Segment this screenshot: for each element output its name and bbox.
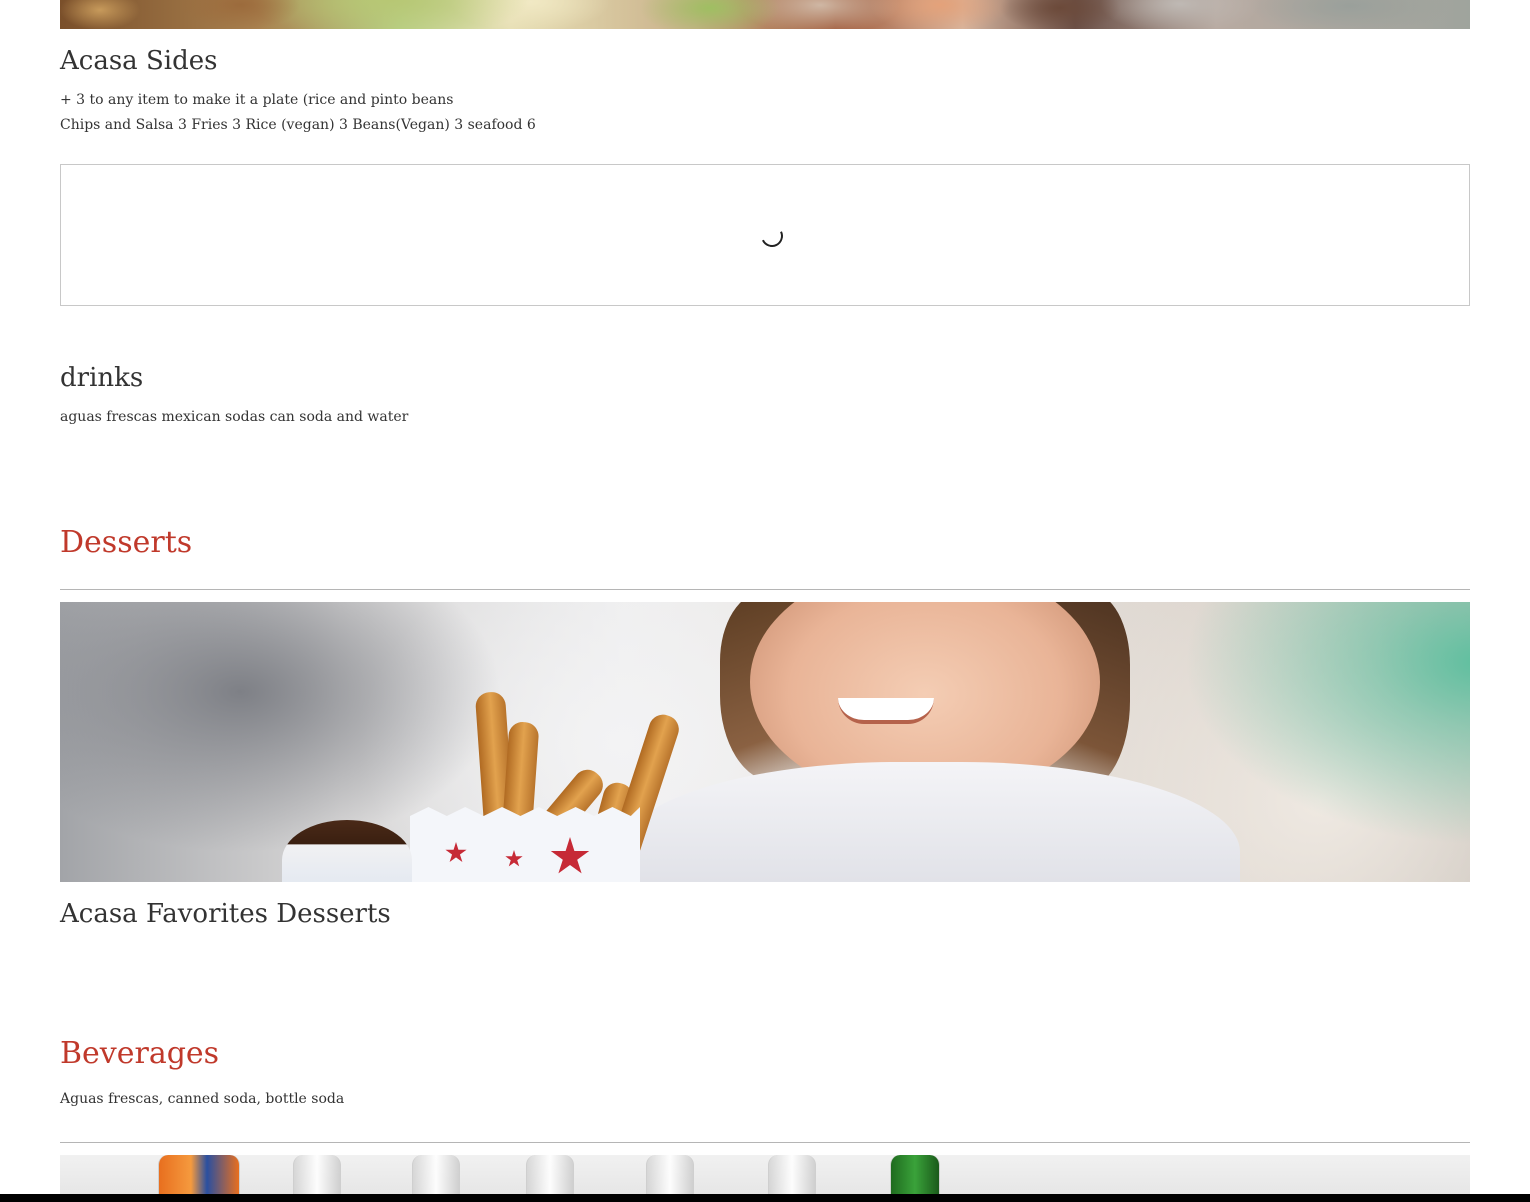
desserts-divider [60, 589, 1470, 590]
sides-food-image [60, 0, 1470, 29]
loading-spinner-icon [757, 221, 787, 251]
desserts-category-title: Desserts [60, 525, 193, 560]
desserts-section-title: Acasa Favorites Desserts [60, 899, 391, 929]
beverages-category-title: Beverages [60, 1036, 220, 1071]
bottom-edge-bar [0, 1194, 1530, 1202]
sides-description-line-2: Chips and Salsa 3 Fries 3 Rice (vegan) 3… [60, 117, 536, 133]
desserts-image [60, 602, 1470, 882]
beverages-image [60, 1155, 1470, 1195]
beverages-description: Aguas frescas, canned soda, bottle soda [60, 1091, 345, 1107]
drinks-description: aguas frescas mexican sodas can soda and… [60, 409, 409, 425]
sides-description-line-1: + 3 to any item to make it a plate (rice… [60, 92, 454, 108]
drinks-title: drinks [60, 363, 144, 393]
menu-items-loading-container [60, 164, 1470, 306]
beverages-divider [60, 1142, 1470, 1143]
sides-title: Acasa Sides [60, 46, 218, 76]
